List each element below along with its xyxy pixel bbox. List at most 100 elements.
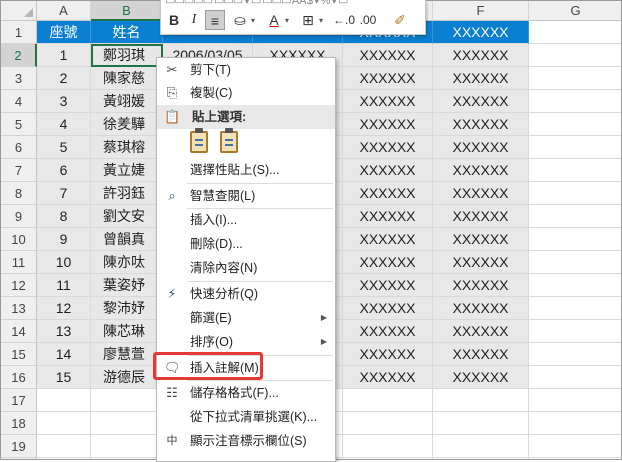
column-header-a[interactable]: A xyxy=(37,1,91,21)
menu-item-phonetic[interactable]: 中 顯示注音標示欄位(S) xyxy=(157,429,335,453)
decrease-decimal-icon[interactable]: .00 xyxy=(359,10,377,30)
row-header-15[interactable]: 15 xyxy=(1,343,37,366)
cell-f16[interactable]: XXXXXX xyxy=(433,366,529,389)
cell-a3[interactable]: 2 xyxy=(37,67,91,90)
cell-e8[interactable]: XXXXXX xyxy=(343,182,433,205)
borders-dropdown[interactable]: ▾ xyxy=(319,16,323,25)
row-header-19[interactable]: 19 xyxy=(1,435,37,458)
row-header-16[interactable]: 16 xyxy=(1,366,37,389)
cell-a19[interactable] xyxy=(37,435,91,458)
cell-f7[interactable]: XXXXXX xyxy=(433,159,529,182)
cell-b7[interactable]: 黃立婕 xyxy=(91,159,163,182)
menu-item-insert[interactable]: 插入(I)... xyxy=(157,208,335,232)
row-header-8[interactable]: 8 xyxy=(1,182,37,205)
cell-g9[interactable] xyxy=(529,205,621,228)
row-header-12[interactable]: 12 xyxy=(1,274,37,297)
column-header-g[interactable]: G xyxy=(529,1,621,21)
menu-item-quick-analysis[interactable]: ⚡ 快速分析(Q) xyxy=(157,282,335,306)
cell-g16[interactable] xyxy=(529,366,621,389)
cell-b1[interactable]: 姓名 xyxy=(91,21,163,44)
cell-e9[interactable]: XXXXXX xyxy=(343,205,433,228)
row-header-7[interactable]: 7 xyxy=(1,159,37,182)
cell-f14[interactable]: XXXXXX xyxy=(433,320,529,343)
cell-f17[interactable] xyxy=(433,389,529,412)
cell-a16[interactable]: 15 xyxy=(37,366,91,389)
menu-item-clear-contents[interactable]: 清除內容(N) xyxy=(157,256,335,280)
increase-decimal-icon[interactable]: ←.0 xyxy=(333,10,355,30)
cell-g3[interactable] xyxy=(529,67,621,90)
cell-f13[interactable]: XXXXXX xyxy=(433,297,529,320)
cell-e16[interactable]: XXXXXX xyxy=(343,366,433,389)
row-header-17[interactable]: 17 xyxy=(1,389,37,412)
cell-a4[interactable]: 3 xyxy=(37,90,91,113)
menu-item-smart-lookup[interactable]: ⌕ 智慧查閱(L) xyxy=(157,184,335,208)
cell-e11[interactable]: XXXXXX xyxy=(343,251,433,274)
cell-g15[interactable] xyxy=(529,343,621,366)
cell-a15[interactable]: 14 xyxy=(37,343,91,366)
font-name-box[interactable]: ▭▭▭▭▭ ▭▭▭ ▾ ▭ ▭▭▭ A A $ ▾ % ▾ ▭ xyxy=(165,0,348,7)
cell-f6[interactable]: XXXXXX xyxy=(433,136,529,159)
menu-item-format-cells[interactable]: ☷ 儲存格格式(F)... xyxy=(157,381,335,405)
center-align-button[interactable]: ≡ xyxy=(205,10,225,30)
cell-g2[interactable] xyxy=(529,44,621,67)
cell-e15[interactable]: XXXXXX xyxy=(343,343,433,366)
cell-a18[interactable] xyxy=(37,412,91,435)
row-header-6[interactable]: 6 xyxy=(1,136,37,159)
row-header-18[interactable]: 18 xyxy=(1,412,37,435)
cell-e14[interactable]: XXXXXX xyxy=(343,320,433,343)
cell-a11[interactable]: 10 xyxy=(37,251,91,274)
cell-e5[interactable]: XXXXXX xyxy=(343,113,433,136)
bold-button[interactable]: B xyxy=(165,10,183,30)
cell-f15[interactable]: XXXXXX xyxy=(433,343,529,366)
cell-a5[interactable]: 4 xyxy=(37,113,91,136)
cell-b13[interactable]: 黎沛妤 xyxy=(91,297,163,320)
cell-b9[interactable]: 劉文安 xyxy=(91,205,163,228)
row-header-1[interactable]: 1 xyxy=(1,21,37,44)
fill-color-dropdown[interactable]: ▾ xyxy=(251,16,255,25)
format-painter-icon[interactable]: ✐ xyxy=(391,10,409,30)
cell-b6[interactable]: 蔡琪榕 xyxy=(91,136,163,159)
cell-b18[interactable] xyxy=(91,412,163,435)
cell-e19[interactable] xyxy=(343,435,433,458)
cell-a2[interactable]: 1 xyxy=(37,44,91,67)
cell-g19[interactable] xyxy=(529,435,621,458)
cell-a14[interactable]: 13 xyxy=(37,320,91,343)
cell-b2[interactable]: 鄭羽琪 xyxy=(91,44,163,67)
cell-a6[interactable]: 5 xyxy=(37,136,91,159)
cell-g12[interactable] xyxy=(529,274,621,297)
row-header-11[interactable]: 11 xyxy=(1,251,37,274)
font-color-dropdown[interactable]: ▾ xyxy=(285,16,289,25)
menu-item-delete[interactable]: 刪除(D)... xyxy=(157,232,335,256)
fill-color-icon[interactable]: ⛀ xyxy=(231,10,249,30)
cell-a12[interactable]: 11 xyxy=(37,274,91,297)
menu-item-cut[interactable]: ✂ 剪下(T) xyxy=(157,58,335,82)
row-header-2[interactable]: 2 xyxy=(1,44,37,67)
menu-item-copy[interactable]: ⎘ 複製(C) xyxy=(157,81,335,105)
cell-f3[interactable]: XXXXXX xyxy=(433,67,529,90)
paste-icon[interactable] xyxy=(190,128,208,153)
cell-e3[interactable]: XXXXXX xyxy=(343,67,433,90)
cell-b5[interactable]: 徐羑驊 xyxy=(91,113,163,136)
menu-item-sort[interactable]: 排序(O) ▶ xyxy=(157,330,335,354)
cell-a10[interactable]: 9 xyxy=(37,228,91,251)
cell-g6[interactable] xyxy=(529,136,621,159)
select-all-button[interactable] xyxy=(1,1,37,21)
cell-a9[interactable]: 8 xyxy=(37,205,91,228)
cell-g13[interactable] xyxy=(529,297,621,320)
cell-b10[interactable]: 曾韻真 xyxy=(91,228,163,251)
borders-icon[interactable]: ⊞ xyxy=(299,10,317,30)
cell-g1[interactable] xyxy=(529,21,621,44)
cell-e13[interactable]: XXXXXX xyxy=(343,297,433,320)
menu-item-pick-from-list[interactable]: 從下拉式清單挑選(K)... xyxy=(157,405,335,429)
cell-b17[interactable] xyxy=(91,389,163,412)
cell-b14[interactable]: 陳芯琳 xyxy=(91,320,163,343)
cell-a7[interactable]: 6 xyxy=(37,159,91,182)
font-color-icon[interactable]: A xyxy=(265,10,283,30)
menu-item-filter[interactable]: 篩選(E) ▶ xyxy=(157,306,335,330)
cell-e18[interactable] xyxy=(343,412,433,435)
cell-e10[interactable]: XXXXXX xyxy=(343,228,433,251)
cell-f18[interactable] xyxy=(433,412,529,435)
column-header-b[interactable]: B xyxy=(91,1,163,21)
cell-b8[interactable]: 許羽鈺 xyxy=(91,182,163,205)
row-header-4[interactable]: 4 xyxy=(1,90,37,113)
